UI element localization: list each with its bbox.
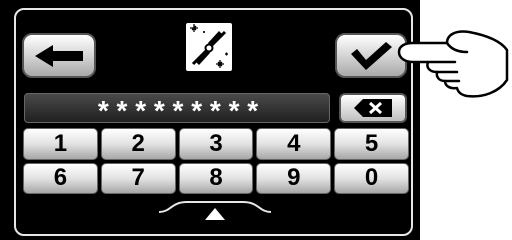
- key-5[interactable]: 5: [334, 128, 409, 160]
- expand-panel-tab[interactable]: [159, 200, 271, 240]
- left-arrow-icon: [35, 44, 83, 67]
- key-3[interactable]: 3: [178, 128, 254, 160]
- pointing-hand-icon: [397, 30, 509, 98]
- device-screen: * * * * * * * * * 1 2 3 4 5 6 7 8 9 0: [0, 0, 420, 240]
- key-1[interactable]: 1: [23, 128, 98, 160]
- key-8[interactable]: 8: [178, 162, 254, 194]
- key-4[interactable]: 4: [256, 128, 332, 160]
- key-2[interactable]: 2: [100, 128, 176, 160]
- key-0[interactable]: 0: [334, 162, 409, 194]
- up-triangle-icon: [205, 208, 225, 220]
- password-field[interactable]: * * * * * * * * *: [24, 93, 330, 126]
- backspace-x-icon: [354, 99, 392, 117]
- check-icon: [351, 41, 392, 70]
- password-masked-text: * * * * * * * * *: [97, 95, 259, 126]
- key-6[interactable]: 6: [23, 162, 98, 194]
- back-button[interactable]: [22, 33, 96, 78]
- key-9[interactable]: 9: [256, 162, 332, 194]
- key-7[interactable]: 7: [100, 162, 176, 194]
- numeric-keypad: 1 2 3 4 5 6 7 8 9 0: [23, 128, 409, 194]
- fan-blade-sparkle-icon: [184, 21, 234, 80]
